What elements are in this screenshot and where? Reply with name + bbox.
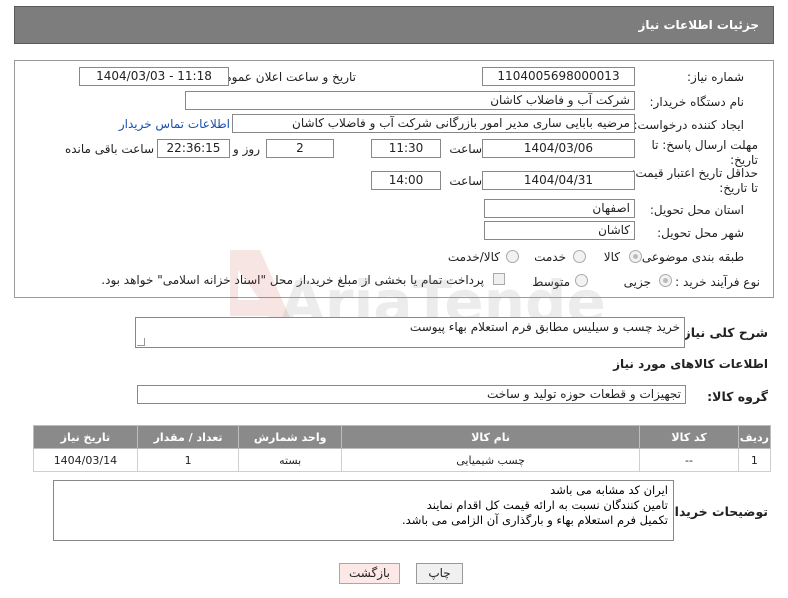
buyer-org-field[interactable]: شرکت آب و فاضلاب کاشان: [185, 91, 635, 110]
goods-group-field[interactable]: تجهیزات و قطعات حوزه تولید و ساخت: [137, 385, 686, 404]
city-label: شهر محل تحویل:: [657, 226, 744, 240]
city-field[interactable]: کاشان: [484, 221, 635, 240]
buyer-notes-label: توضیحات خریدار:: [662, 504, 768, 519]
process-label: نوع فرآیند خرید :: [675, 275, 760, 289]
category-option-goods-service: کالا/خدمت: [447, 250, 500, 264]
goods-group-label: گروه کالا:: [707, 389, 768, 404]
category-label: طبقه بندی موضوعی:: [637, 250, 744, 264]
remaining-time-label: ساعت باقی مانده: [64, 142, 154, 156]
col-header-goods-code: کد کالا: [639, 425, 739, 449]
deadline-time-label: ساعت: [449, 142, 482, 156]
days-label: روز و: [233, 142, 260, 156]
remaining-time-field[interactable]: 22:36:15: [157, 139, 230, 158]
description-label: شرح کلی نیاز:: [678, 325, 768, 340]
category-radio-goods[interactable]: [629, 250, 642, 263]
announce-datetime-label: تاریخ و ساعت اعلان عمومی:: [211, 70, 356, 84]
table-header-row: ردیف کد کالا نام کالا واحد شمارش تعداد /…: [33, 425, 772, 449]
need-number-label: شماره نیاز:: [687, 70, 744, 84]
cell-goods-code: --: [639, 448, 739, 472]
cell-goods-name: چسب شیمیایی: [340, 448, 641, 472]
validity-time-label: ساعت: [449, 174, 482, 188]
treasury-payment-note: پرداخت تمام یا بخشی از مبلغ خرید،از محل …: [101, 273, 484, 287]
category-radio-service[interactable]: [573, 250, 586, 263]
description-resize-grip[interactable]: [137, 338, 145, 346]
cell-need-date: 1404/03/14: [33, 448, 138, 472]
buyer-notes-field[interactable]: ایران کد مشابه می باشد تامین کنندگان نسب…: [53, 480, 674, 541]
col-header-unit: واحد شمارش: [238, 425, 342, 449]
print-button[interactable]: چاپ: [416, 563, 463, 584]
col-header-row-number: ردیف: [737, 425, 772, 449]
announce-datetime-field[interactable]: 1404/03/03 - 11:18: [79, 67, 229, 86]
province-field[interactable]: اصفهان: [484, 199, 635, 218]
page-title: جزئیات اطلاعات نیاز: [638, 18, 759, 32]
category-option-goods: کالا: [603, 250, 620, 264]
col-header-quantity: تعداد / مقدار: [136, 425, 240, 449]
description-field[interactable]: خرید چسب و سیلیس مطابق فرم استعلام بهاء …: [135, 317, 685, 348]
category-radio-goods-service[interactable]: [506, 250, 519, 263]
table-row[interactable]: 1 -- چسب شیمیایی بسته 1 1404/03/14: [33, 448, 772, 472]
price-validity-label: حداقل تاریخ اعتبار قیمت: تا تاریخ:: [631, 166, 758, 195]
process-option-minor: جزیی: [623, 275, 651, 289]
days-field[interactable]: 2: [266, 139, 334, 158]
cell-quantity: 1: [136, 448, 240, 472]
col-header-need-date: تاریخ نیاز: [33, 425, 138, 449]
creator-field[interactable]: مرضیه بابایی ساری مدیر امور بازرگانی شرک…: [232, 114, 635, 133]
goods-table: ردیف کد کالا نام کالا واحد شمارش تعداد /…: [33, 425, 772, 472]
buyer-org-label: نام دستگاه خریدار:: [649, 95, 745, 109]
creator-label: ایجاد کننده درخواست:: [633, 118, 744, 132]
province-label: استان محل تحویل:: [649, 203, 744, 217]
process-option-medium: متوسط: [532, 275, 570, 289]
col-header-goods-name: نام کالا: [340, 425, 641, 449]
process-radio-medium[interactable]: [575, 274, 588, 287]
cell-row-number: 1: [737, 448, 772, 472]
back-button[interactable]: بازگشت: [339, 563, 400, 584]
deadline-time-field[interactable]: 11:30: [371, 139, 441, 158]
cell-unit: بسته: [238, 448, 342, 472]
goods-section-title: اطلاعات کالاهای مورد نیاز: [613, 357, 768, 371]
validity-date-field[interactable]: 1404/04/31: [482, 171, 635, 190]
treasury-payment-checkbox[interactable]: [493, 273, 505, 285]
page-header: جزئیات اطلاعات نیاز: [14, 6, 774, 44]
process-radio-minor[interactable]: [659, 274, 672, 287]
deadline-date-field[interactable]: 1404/03/06: [482, 139, 635, 158]
need-number-field[interactable]: 1104005698000013: [482, 67, 635, 86]
deadline-label: مهلت ارسال پاسخ: تا تاریخ:: [651, 138, 758, 167]
category-option-service: خدمت: [534, 250, 566, 264]
validity-time-field[interactable]: 14:00: [371, 171, 441, 190]
buyer-contact-link[interactable]: اطلاعات تماس خریدار: [119, 117, 230, 131]
